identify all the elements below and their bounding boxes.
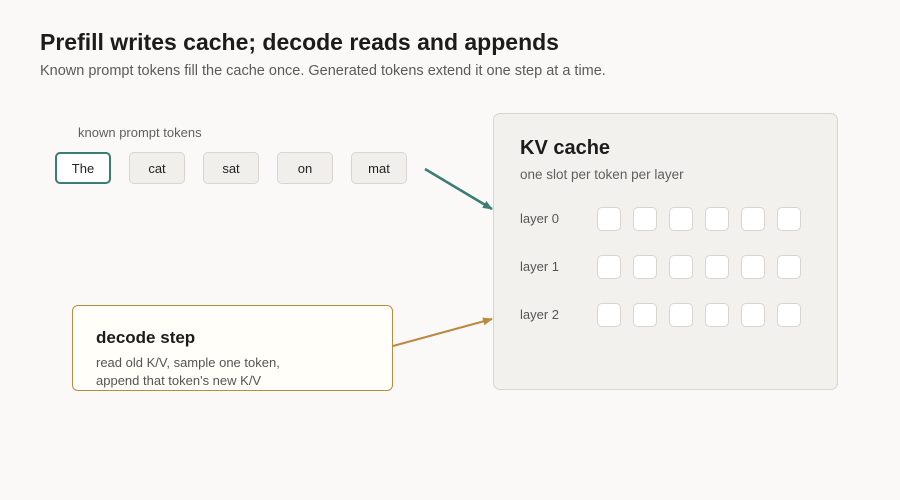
kv-cache-title: KV cache bbox=[520, 137, 611, 159]
cache-slot bbox=[741, 255, 765, 279]
decode-step-title: decode step bbox=[96, 328, 196, 347]
decode-arrow bbox=[392, 317, 493, 347]
cache-slot bbox=[597, 207, 621, 231]
decode-step-line: append that token's new K/V bbox=[96, 373, 262, 388]
cache-layer-row-2: layer 2 bbox=[520, 303, 820, 327]
cache-layer-row-1: layer 1 bbox=[520, 255, 820, 279]
cache-slot bbox=[633, 207, 657, 231]
cache-slot bbox=[669, 255, 693, 279]
cache-slot bbox=[633, 303, 657, 327]
cache-slot bbox=[705, 207, 729, 231]
cache-slot bbox=[597, 255, 621, 279]
cache-slot bbox=[669, 207, 693, 231]
cache-slot bbox=[705, 303, 729, 327]
cache-slot bbox=[741, 207, 765, 231]
kv-cache-subtitle: one slot per token per layer bbox=[520, 167, 684, 182]
layer-label: layer 0 bbox=[520, 211, 560, 226]
cache-slot bbox=[777, 303, 801, 327]
layer-label: layer 2 bbox=[520, 307, 560, 322]
cache-slot bbox=[669, 303, 693, 327]
cache-slot bbox=[741, 303, 765, 327]
cache-slot bbox=[705, 255, 729, 279]
cache-slot bbox=[633, 255, 657, 279]
cache-slot bbox=[777, 207, 801, 231]
cache-slot bbox=[777, 255, 801, 279]
layer-label: layer 1 bbox=[520, 259, 560, 274]
prefill-arrow bbox=[424, 167, 493, 211]
decode-step-line: read old K/V, sample one token, bbox=[96, 355, 280, 370]
cache-slot bbox=[597, 303, 621, 327]
kv-cache-panel: KV cache one slot per token per layer la… bbox=[493, 113, 838, 390]
decode-step-box: decode step read old K/V, sample one tok… bbox=[72, 305, 393, 391]
cache-layer-row-0: layer 0 bbox=[520, 207, 820, 231]
